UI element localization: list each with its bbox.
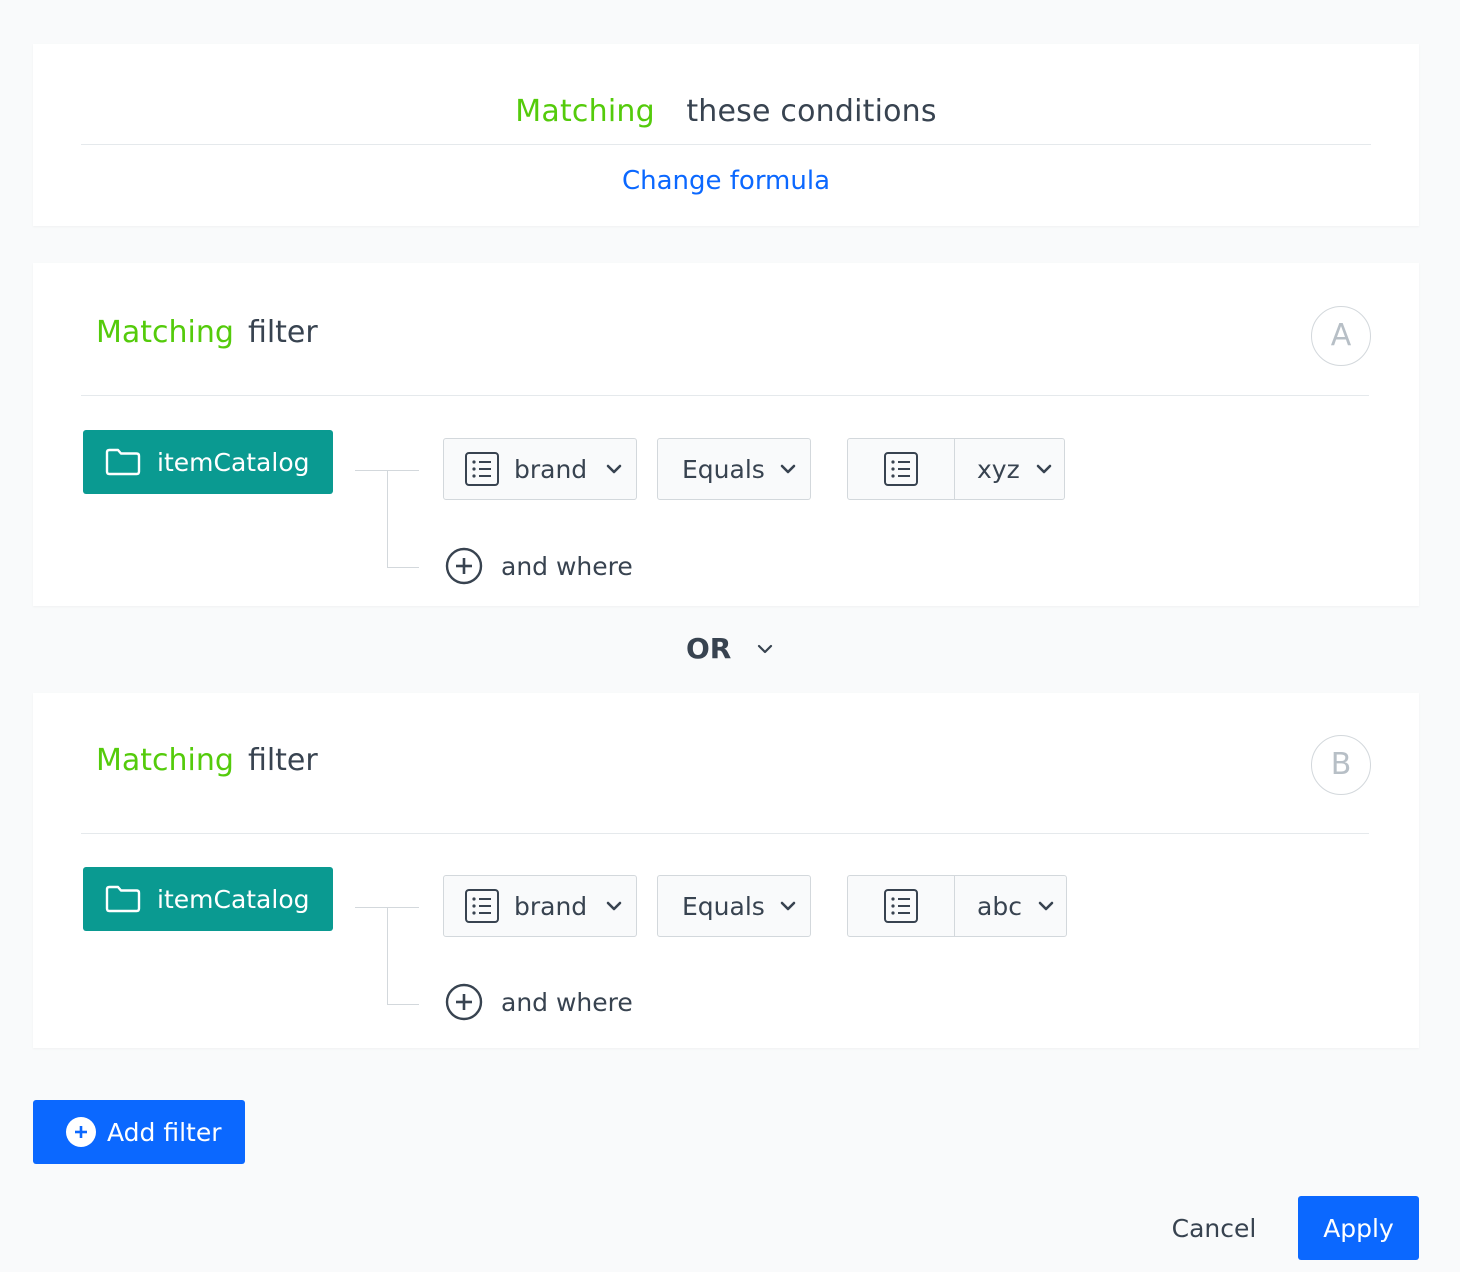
plus-circle-icon <box>445 983 483 1021</box>
filter-card-b: Matching filter B itemCatalog brand Equal… <box>33 693 1419 1048</box>
filter-letter-badge: B <box>1311 735 1371 795</box>
plus-circle-icon <box>65 1116 97 1148</box>
list-icon <box>464 888 500 924</box>
catalog-button[interactable]: itemCatalog <box>83 867 333 931</box>
filter-letter-badge: A <box>1311 306 1371 366</box>
value-type-button[interactable] <box>848 876 955 936</box>
value-text: abc <box>977 891 1022 921</box>
attribute-select[interactable]: brand <box>443 875 637 937</box>
value-type-button[interactable] <box>848 439 955 499</box>
change-formula-link[interactable]: Change formula <box>33 166 1419 196</box>
divider <box>81 144 1371 145</box>
conditions-label: these conditions <box>686 94 937 129</box>
add-filter-button[interactable]: Add filter <box>33 1100 245 1164</box>
logic-operator-toggle[interactable]: OR <box>686 632 773 665</box>
operator-select[interactable]: Equals <box>657 438 811 500</box>
tree-connector <box>387 470 388 567</box>
value-text: xyz <box>977 454 1020 484</box>
plus-circle-icon <box>445 547 483 585</box>
and-where-label: and where <box>501 551 633 581</box>
and-where-button[interactable]: and where <box>445 983 633 1021</box>
logic-operator-label: OR <box>686 632 732 665</box>
catalog-label: itemCatalog <box>157 447 310 477</box>
operator-value: Equals <box>682 454 765 484</box>
chevron-down-icon <box>757 644 773 654</box>
operator-select[interactable]: Equals <box>657 875 811 937</box>
attribute-value: brand <box>514 454 588 484</box>
filter-heading: Matching filter <box>96 741 318 781</box>
chevron-down-icon <box>606 901 622 911</box>
and-where-label: and where <box>501 987 633 1017</box>
operator-value: Equals <box>682 891 765 921</box>
filter-card-a: Matching filter A itemCatalog brand Equal… <box>33 263 1419 606</box>
apply-label: Apply <box>1323 1213 1394 1243</box>
tree-connector <box>387 567 419 568</box>
attribute-select[interactable]: brand <box>443 438 637 500</box>
catalog-button[interactable]: itemCatalog <box>83 430 333 494</box>
divider <box>81 395 1369 396</box>
filter-label: filter <box>247 315 318 350</box>
change-formula-label[interactable]: Change formula <box>622 166 830 196</box>
chevron-down-icon <box>780 464 796 474</box>
conditions-title: Matching these conditions <box>33 92 1419 132</box>
matching-label: Matching <box>96 315 234 350</box>
list-icon <box>884 889 918 923</box>
add-filter-label: Add filter <box>107 1117 222 1147</box>
matching-label: Matching <box>515 94 655 129</box>
cancel-button[interactable]: Cancel <box>1150 1196 1278 1260</box>
chevron-down-icon <box>606 464 622 474</box>
chevron-down-icon <box>1038 901 1054 911</box>
list-icon <box>884 452 918 486</box>
value-select[interactable]: abc <box>955 876 1066 936</box>
value-select[interactable]: xyz <box>955 439 1064 499</box>
tree-connector <box>387 1004 419 1005</box>
filter-heading: Matching filter <box>96 313 318 353</box>
apply-button[interactable]: Apply <box>1298 1196 1419 1260</box>
folder-icon <box>105 885 141 913</box>
value-group: abc <box>847 875 1067 937</box>
and-where-button[interactable]: and where <box>445 547 633 585</box>
chevron-down-icon <box>1036 464 1052 474</box>
tree-connector <box>387 907 388 1004</box>
catalog-label: itemCatalog <box>157 884 310 914</box>
conditions-card: Matching these conditions Change formula <box>33 44 1419 226</box>
cancel-label: Cancel <box>1171 1213 1257 1243</box>
matching-label: Matching <box>96 743 234 778</box>
filter-label: filter <box>247 743 318 778</box>
folder-icon <box>105 448 141 476</box>
divider <box>81 833 1369 834</box>
attribute-value: brand <box>514 891 588 921</box>
value-group: xyz <box>847 438 1065 500</box>
list-icon <box>464 451 500 487</box>
chevron-down-icon <box>780 901 796 911</box>
